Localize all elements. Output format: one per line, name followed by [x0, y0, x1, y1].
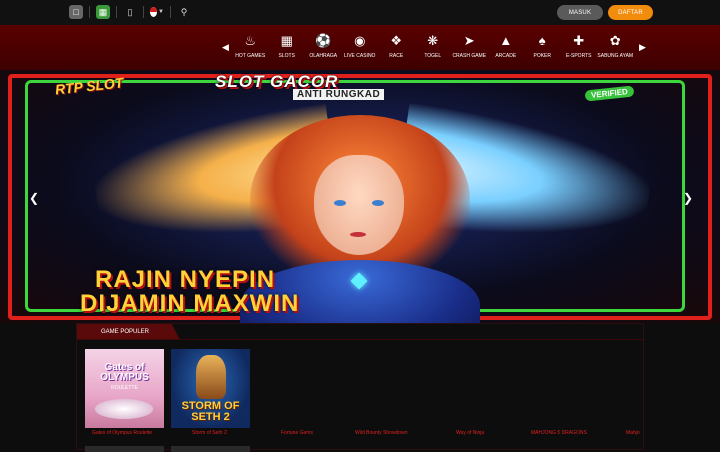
- category-label: LIVE CASINO: [344, 53, 376, 59]
- promo-banner[interactable]: RTP SLOT SLOT GACOR ANTI RUNGKAD VERIFIE…: [0, 70, 720, 323]
- game-name[interactable]: Mahjo: [626, 430, 640, 436]
- category-label: SLOTS: [278, 53, 295, 59]
- thumb-title: Gates of OLYMPUS: [100, 362, 149, 383]
- section-divider: [77, 339, 643, 340]
- game-name[interactable]: Fortune Gems: [281, 430, 313, 436]
- gamepad-icon: ✚: [573, 33, 585, 48]
- divider: [170, 6, 171, 18]
- register-button[interactable]: DAFTAR: [608, 5, 653, 20]
- poker-icon: ♠: [538, 33, 546, 48]
- category-label: POKER: [533, 53, 551, 59]
- divider: [143, 6, 144, 18]
- casino-chip-icon: ◉: [354, 33, 366, 48]
- soccer-ball-icon: ⚽: [315, 33, 332, 48]
- category-race[interactable]: ❖ RACE: [378, 33, 415, 59]
- category-label: HOT GAMES: [235, 53, 266, 59]
- carousel-prev-icon[interactable]: ❮: [29, 191, 39, 205]
- chat-icon[interactable]: □: [69, 5, 83, 19]
- next-row-thumb[interactable]: [85, 446, 164, 452]
- game-name[interactable]: Way of Ninja: [456, 430, 484, 436]
- arcade-icon: ▲: [499, 33, 513, 48]
- category-nav: ◀ ♨ HOT GAMES ▦ SLOTS ⚽ OLAHRAGA ◉ LIVE CASI…: [0, 25, 720, 70]
- lottery-ball-icon: ❋: [427, 33, 439, 48]
- fire-bowl-icon: ♨: [244, 33, 257, 48]
- top-icons: □ ▦ ▯ ▼ ⚲: [69, 5, 191, 19]
- chevron-right-icon[interactable]: ▶: [639, 42, 646, 53]
- category-label: E-SPORTS: [566, 53, 592, 59]
- top-bar: □ ▦ ▯ ▼ ⚲ MASUK DAFTAR: [0, 0, 720, 25]
- character-face-art: [314, 155, 404, 255]
- divider: [116, 6, 117, 18]
- game-name[interactable]: MAHJONG 5 DRAGONS: [531, 430, 587, 436]
- category-olahraga[interactable]: ⚽ OLAHRAGA: [305, 33, 342, 59]
- category-label: ARCADE: [495, 53, 517, 59]
- category-label: CRASH GAME: [452, 53, 487, 59]
- next-row-thumb[interactable]: [171, 446, 250, 452]
- section-heading: GAME POPULER: [77, 324, 180, 340]
- language-selector[interactable]: ▼: [150, 5, 164, 19]
- banner-tagline-2: DIJAMIN MAXWIN: [80, 290, 300, 317]
- game-name[interactable]: Storm of Seth 2: [192, 430, 227, 436]
- character-eye: [334, 200, 346, 206]
- login-button[interactable]: MASUK: [557, 5, 603, 20]
- category-slots[interactable]: ▦ SLOTS: [269, 33, 306, 59]
- mobile-icon[interactable]: ▯: [123, 5, 137, 19]
- character-lips: [350, 232, 366, 237]
- banner-subtitle: ANTI RUNGKAD: [293, 89, 385, 100]
- category-label: OLAHRAGA: [309, 53, 338, 59]
- character-eye: [372, 200, 384, 206]
- thumb-title: STORM OF SETH 2: [181, 400, 240, 423]
- carousel-next-icon[interactable]: ❯: [683, 191, 693, 205]
- popular-games-section: GAME POPULER Gates of OLYMPUS ROULETTE S…: [76, 323, 644, 452]
- search-icon[interactable]: ⚲: [177, 5, 191, 19]
- chevron-left-icon[interactable]: ◀: [222, 42, 229, 53]
- category-crash-game[interactable]: ➤ CRASH GAME: [451, 33, 488, 59]
- caret-down-icon: ▼: [158, 9, 164, 15]
- indonesia-flag-icon: [150, 7, 158, 17]
- category-hot-games[interactable]: ♨ HOT GAMES: [232, 33, 269, 59]
- thumb-subtitle: ROULETTE: [111, 385, 138, 391]
- category-poker[interactable]: ♠ POKER: [524, 33, 561, 59]
- category-label: TOGEL: [424, 53, 442, 59]
- game-name[interactable]: Gates of Olympus Roulette: [92, 430, 152, 436]
- slot-machine-icon: ▦: [280, 33, 293, 48]
- game-thumb-storm-of-seth-2[interactable]: STORM OF SETH 2: [171, 349, 250, 428]
- game-name[interactable]: Wild Bounty Showdown: [355, 430, 408, 436]
- pharaoh-figure-art: [196, 355, 226, 399]
- category-arcade[interactable]: ▲ ARCADE: [488, 33, 525, 59]
- category-label: SABUNG AYAM: [597, 53, 634, 59]
- divider: [89, 6, 90, 18]
- category-live-casino[interactable]: ◉ LIVE CASINO: [342, 33, 379, 59]
- category-label: RACE: [389, 53, 404, 59]
- roulette-wheel-art: [95, 399, 153, 419]
- category-sabung-ayam[interactable]: ✿ SABUNG AYAM: [597, 33, 634, 59]
- rocket-icon: ➤: [463, 33, 475, 48]
- android-icon[interactable]: ▦: [96, 5, 110, 19]
- category-list: ♨ HOT GAMES ▦ SLOTS ⚽ OLAHRAGA ◉ LIVE CASINO…: [232, 33, 634, 59]
- race-icon: ❖: [390, 33, 403, 48]
- rooster-icon: ✿: [609, 33, 621, 48]
- category-togel[interactable]: ❋ TOGEL: [415, 33, 452, 59]
- game-thumb-gates-of-olympus-roulette[interactable]: Gates of OLYMPUS ROULETTE: [85, 349, 164, 428]
- category-e-sports[interactable]: ✚ E-SPORTS: [561, 33, 598, 59]
